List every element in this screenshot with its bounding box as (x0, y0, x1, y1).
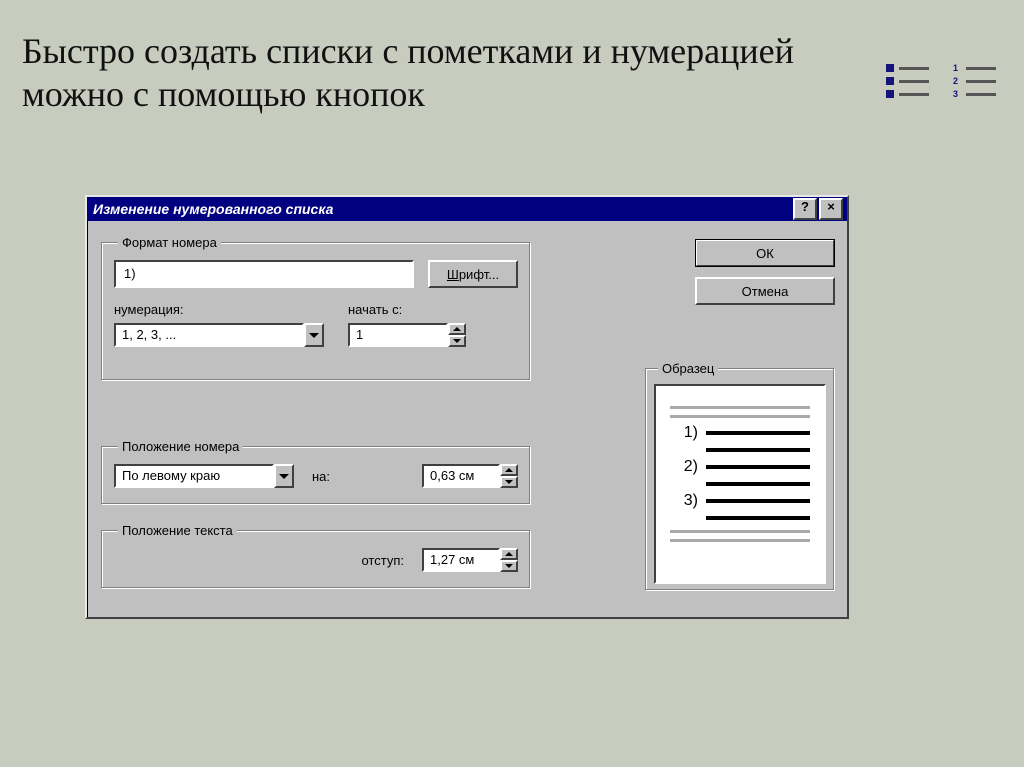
preview-item-1: 1) (670, 425, 698, 441)
group-number-position: Положение номера По левому краю на: 0,63… (101, 439, 531, 505)
indent-label: отступ: (361, 553, 404, 568)
indent-spin[interactable]: 1,27 см (422, 548, 518, 572)
dialog-titlebar[interactable]: Изменение нумерованного списка ? × (87, 197, 847, 221)
spin-down-icon[interactable] (500, 560, 518, 572)
dialog-title: Изменение нумерованного списка (93, 201, 793, 217)
number-format-input[interactable]: 1) (114, 260, 414, 288)
numbering-combo[interactable]: 1, 2, 3, ... (114, 323, 324, 347)
align-value: По левому краю (114, 464, 274, 488)
ok-button[interactable]: ОК (695, 239, 835, 267)
spin-up-icon[interactable] (448, 323, 466, 335)
group-number-position-legend: Положение номера (118, 439, 243, 454)
group-preview: Образец 1) 2) 3) (645, 361, 835, 591)
spin-down-icon[interactable] (448, 335, 466, 347)
spin-up-icon[interactable] (500, 548, 518, 560)
at-label: на: (312, 469, 347, 484)
bullet-list-icon[interactable] (880, 56, 935, 106)
group-number-format: Формат номера 1) Шрифт... нумерация: 1, … (101, 235, 531, 381)
group-preview-legend: Образец (658, 361, 718, 376)
font-button[interactable]: Шрифт... (428, 260, 518, 288)
cancel-button[interactable]: Отмена (695, 277, 835, 305)
close-button[interactable]: × (819, 198, 843, 220)
spin-up-icon[interactable] (500, 464, 518, 476)
toolbar-icons: 1 2 3 (880, 56, 1010, 111)
slide-headline: Быстро создать списки с пометками и нуме… (22, 30, 892, 116)
preview-area: 1) 2) 3) (654, 384, 826, 584)
numbered-list-icon[interactable]: 1 2 3 (947, 56, 1002, 106)
preview-item-2: 2) (670, 459, 698, 475)
start-spin[interactable]: 1 (348, 323, 478, 347)
at-spin[interactable]: 0,63 см (422, 464, 518, 488)
chevron-down-icon[interactable] (304, 323, 324, 347)
help-button[interactable]: ? (793, 198, 817, 220)
group-number-format-legend: Формат номера (118, 235, 221, 250)
start-label: начать с: (348, 302, 478, 317)
indent-value: 1,27 см (422, 548, 500, 572)
preview-item-3: 3) (670, 493, 698, 509)
at-value: 0,63 см (422, 464, 500, 488)
start-value: 1 (348, 323, 448, 347)
group-text-position: Положение текста отступ: 1,27 см (101, 523, 531, 589)
align-combo[interactable]: По левому краю (114, 464, 294, 488)
spin-down-icon[interactable] (500, 476, 518, 488)
numbering-value: 1, 2, 3, ... (114, 323, 304, 347)
chevron-down-icon[interactable] (274, 464, 294, 488)
group-text-position-legend: Положение текста (118, 523, 237, 538)
dialog-window: Изменение нумерованного списка ? × Форма… (85, 195, 849, 619)
numbering-label: нумерация: (114, 302, 324, 317)
